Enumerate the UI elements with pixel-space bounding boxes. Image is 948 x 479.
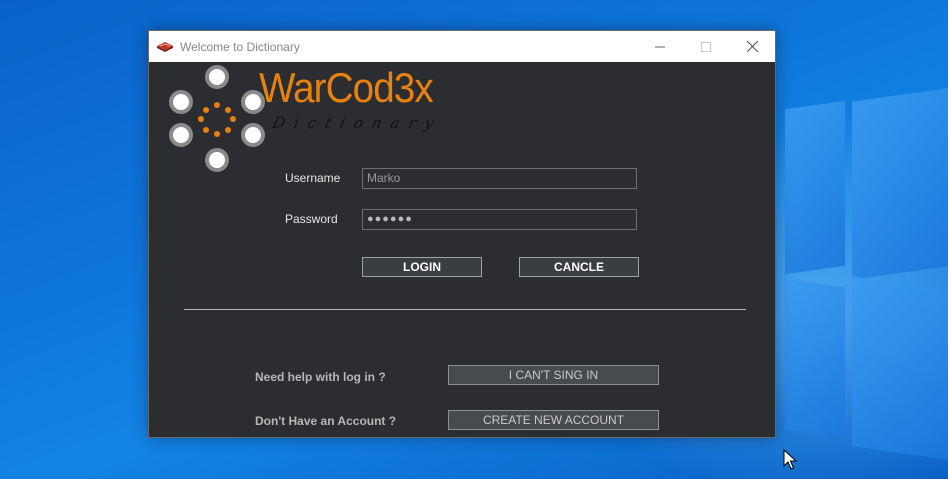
dots-logo-icon	[169, 65, 265, 172]
title-bar[interactable]: Welcome to Dictionary	[149, 31, 775, 62]
maximize-icon	[701, 41, 711, 52]
minimize-button[interactable]	[637, 31, 683, 62]
mouse-cursor-icon	[783, 449, 797, 470]
close-button[interactable]	[729, 31, 775, 62]
username-input[interactable]: Marko	[362, 168, 637, 189]
brand-name: WarCod3x	[259, 64, 434, 111]
create-account-button[interactable]: CREATE NEW ACCOUNT	[448, 410, 659, 430]
no-account-label: Don't Have an Account ?	[255, 414, 397, 428]
divider	[184, 309, 746, 310]
window-title: Welcome to Dictionary	[180, 39, 300, 54]
password-input[interactable]: ●●●●●●	[362, 209, 637, 230]
close-icon	[746, 41, 758, 52]
username-label: Username	[285, 171, 341, 185]
wallpaper-window-pane	[852, 88, 948, 280]
cant-sign-in-button[interactable]: I CAN'T SING IN	[448, 365, 659, 385]
brand-subtitle: Dictionary	[270, 114, 445, 132]
maximize-button[interactable]	[683, 31, 729, 62]
login-button[interactable]: LOGIN	[362, 257, 482, 277]
wallpaper-window-pane	[785, 278, 845, 438]
red-book-icon	[157, 41, 173, 52]
login-window: Welcome to Dictionary WarCod3x Dictionar…	[148, 30, 776, 438]
password-label: Password	[285, 212, 338, 226]
wallpaper-window-pane	[785, 100, 845, 275]
help-question-label: Need help with log in ?	[255, 370, 386, 384]
minimize-icon	[655, 46, 665, 47]
wallpaper-window-pane	[852, 276, 948, 460]
window-content: WarCod3x Dictionary Username Marko Passw…	[149, 62, 775, 437]
cancel-button[interactable]: CANCLE	[519, 257, 639, 277]
